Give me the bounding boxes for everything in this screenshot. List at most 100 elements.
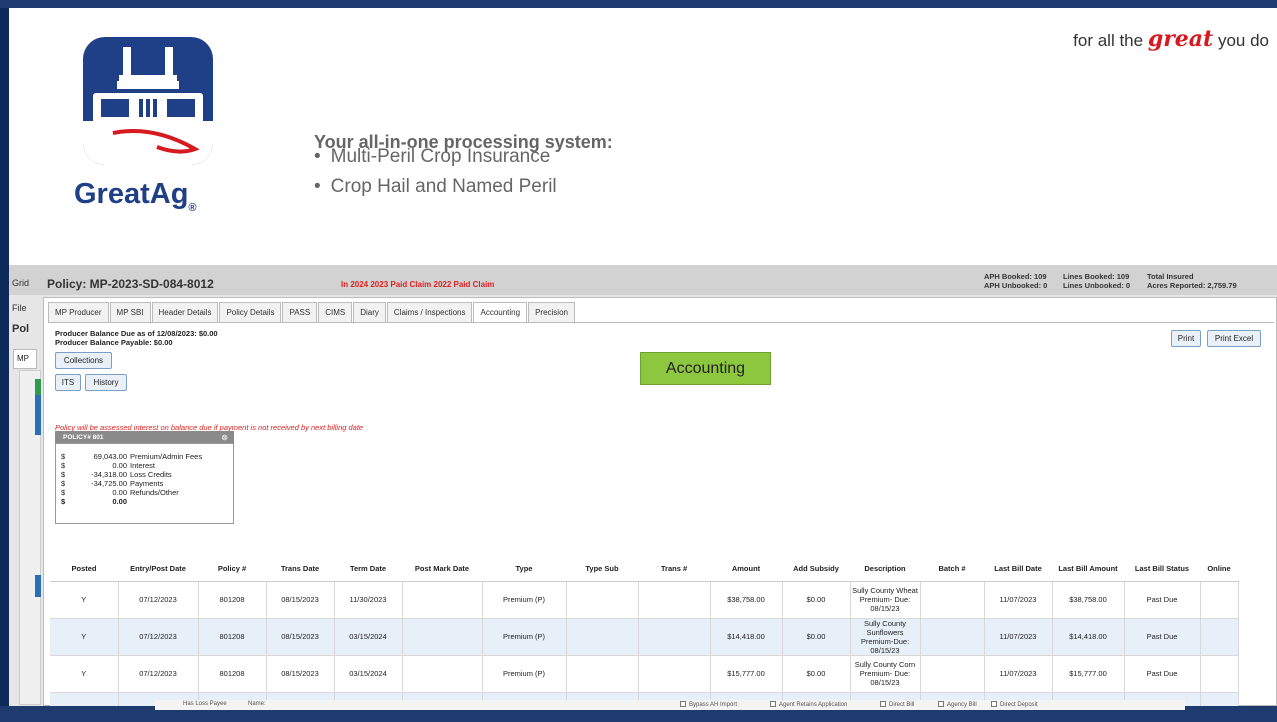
table-row[interactable]: Y 07/12/2023 801208 08/15/2023 11/30/2023 Pre… [50,581,1239,619]
table-cell: Sully County Wheat Premium- Due: 08/15/2… [850,581,921,619]
table-cell: 07/12/2023 [118,581,199,619]
summary-amount: 69,043.00 [93,452,127,461]
agency-bill-checkbox[interactable]: Agency Bill [938,701,977,708]
feature-item: Multi-Peril Crop Insurance [314,142,557,172]
table-cell: 03/15/2024 [334,618,403,656]
table-cell: Y [50,692,119,706]
tab-precision[interactable]: Precision [528,302,575,322]
aph-unbooked: APH Unbooked: 0 [984,281,1048,290]
aph-booked: APH Booked: 109 [984,272,1047,281]
summary-currency: $ [61,470,66,479]
balance-summary: $69,043.00 Premium/Admin Fees $0.00 Interes… [55,443,234,524]
table-cell [920,655,985,693]
column-header[interactable]: Add Subsidy [782,557,850,582]
top-band [0,0,1277,8]
table-row[interactable]: Y 07/12/2023 801208 08/15/2023 03/15/2024 Pre… [50,618,1239,656]
tab-claims-inspections[interactable]: Claims / Inspections [386,302,473,322]
feature-list: Multi-Peril Crop Insurance Crop Hail and… [314,142,557,202]
column-header[interactable]: Policy # [198,557,266,582]
tab-policy-details[interactable]: Policy Details [219,302,282,322]
summary-label: Premium/Admin Fees [130,452,203,461]
column-header[interactable]: Last Bill Amount [1052,557,1124,582]
brand-name: GreatAg® [74,178,197,214]
bypass-ah-import-checkbox[interactable]: Bypass AH Import [680,701,737,708]
table-cell: Premium (P) [482,581,567,619]
column-header[interactable]: Term Date [334,557,402,582]
column-header[interactable]: Posted [50,557,118,582]
column-header[interactable]: Trans # [638,557,710,582]
column-header[interactable]: Amount [710,557,782,582]
acres-reported: Acres Reported: 2,759.79 [1147,281,1237,290]
summary-amount: 0.00 [112,497,127,506]
table-cell: $0.00 [782,581,851,619]
table-row[interactable]: Y 07/12/2023 801208 08/15/2023 03/15/2024 Pre… [50,655,1239,693]
table-cell: 11/07/2023 [984,618,1053,656]
accounting-table: Posted Entry/Post Date Policy # Trans Date T… [50,557,1239,706]
summary-row: $0.00 Interest [56,461,233,470]
column-header[interactable]: Last Bill Status [1124,557,1200,582]
column-header[interactable]: Description [850,557,920,582]
table-cell [1200,655,1239,693]
table-cell [402,581,483,619]
tab-cims[interactable]: CIMS [318,302,353,322]
tractor-icon [83,47,213,165]
total-insured: Total Insured [1147,272,1194,281]
table-cell: 07/12/2023 [118,618,199,656]
table-cell: Sully County Corn Premium- Due: 08/15/23 [850,655,921,693]
direct-deposit-checkbox[interactable]: Direct Deposit [991,701,1038,708]
table-cell: $14,418.00 [710,618,783,656]
its-button[interactable]: ITS [55,374,81,391]
checkbox-icon [938,701,944,707]
history-button[interactable]: History [85,374,127,391]
tab-mp-sbi[interactable]: MP SBI [109,302,151,322]
collections-button[interactable]: Collections [55,352,112,369]
tab-mp-producer[interactable]: MP Producer [48,302,109,322]
agent-retains-checkbox[interactable]: Agent Retains Application [770,701,847,708]
table-cell: Y [50,618,119,656]
summary-row: $69,043.00 Premium/Admin Fees [56,452,233,461]
column-header[interactable]: Last Bill Date [984,557,1052,582]
print-excel-button[interactable]: Print Excel [1207,330,1261,347]
column-header[interactable]: Type [482,557,566,582]
summary-amount: -34,318.00 [91,470,127,479]
column-header[interactable]: Post Mark Date [402,557,482,582]
column-header[interactable]: Batch # [920,557,984,582]
tab-diary[interactable]: Diary [353,302,386,322]
table-cell: $14,418.00 [1052,618,1125,656]
checkbox-icon [680,701,686,707]
table-cell [1200,618,1239,656]
table-cell [566,618,639,656]
column-header[interactable]: Trans Date [266,557,334,582]
table-cell: Premium (P) [482,655,567,693]
column-header[interactable]: Type Sub [566,557,638,582]
grid-menu[interactable]: Grid [12,278,29,288]
accounting-badge: Accounting [640,352,771,385]
table-cell: 801208 [198,618,267,656]
producer-balance-payable: Producer Balance Payable: $0.00 [55,338,173,347]
tab-accounting[interactable]: Accounting [473,302,528,322]
side-button-blue[interactable] [35,575,41,597]
column-header[interactable]: Online [1200,557,1238,582]
table-cell: 11/07/2023 [984,581,1053,619]
table-cell [1200,692,1239,706]
table-cell: 08/15/2023 [266,618,335,656]
tab-pass[interactable]: PASS [282,302,318,322]
summary-currency: $ [61,488,66,497]
table-cell: $0.00 [782,618,851,656]
table-cell: Y [50,581,119,619]
side-button-blue[interactable] [35,395,41,435]
summary-label: Refunds/Other [130,488,179,497]
table-cell: Sully County Sunflowers Premium-Due: 08/… [850,618,921,656]
mp-tab-stub[interactable]: MP [13,349,37,369]
summary-row: $ -34,725.00 Payments [56,479,233,488]
table-cell [1200,581,1239,619]
checked-checkbox-icon [880,701,886,707]
table-cell [566,581,639,619]
file-menu[interactable]: File [12,303,27,313]
print-button[interactable]: Print [1171,330,1201,347]
column-header[interactable]: Entry/Post Date [118,557,198,582]
checkbox-icon [991,701,997,707]
table-cell: 08/15/2023 [266,581,335,619]
tab-header-details[interactable]: Header Details [151,302,219,322]
direct-bill-checkbox[interactable]: Direct Bill [880,701,914,708]
